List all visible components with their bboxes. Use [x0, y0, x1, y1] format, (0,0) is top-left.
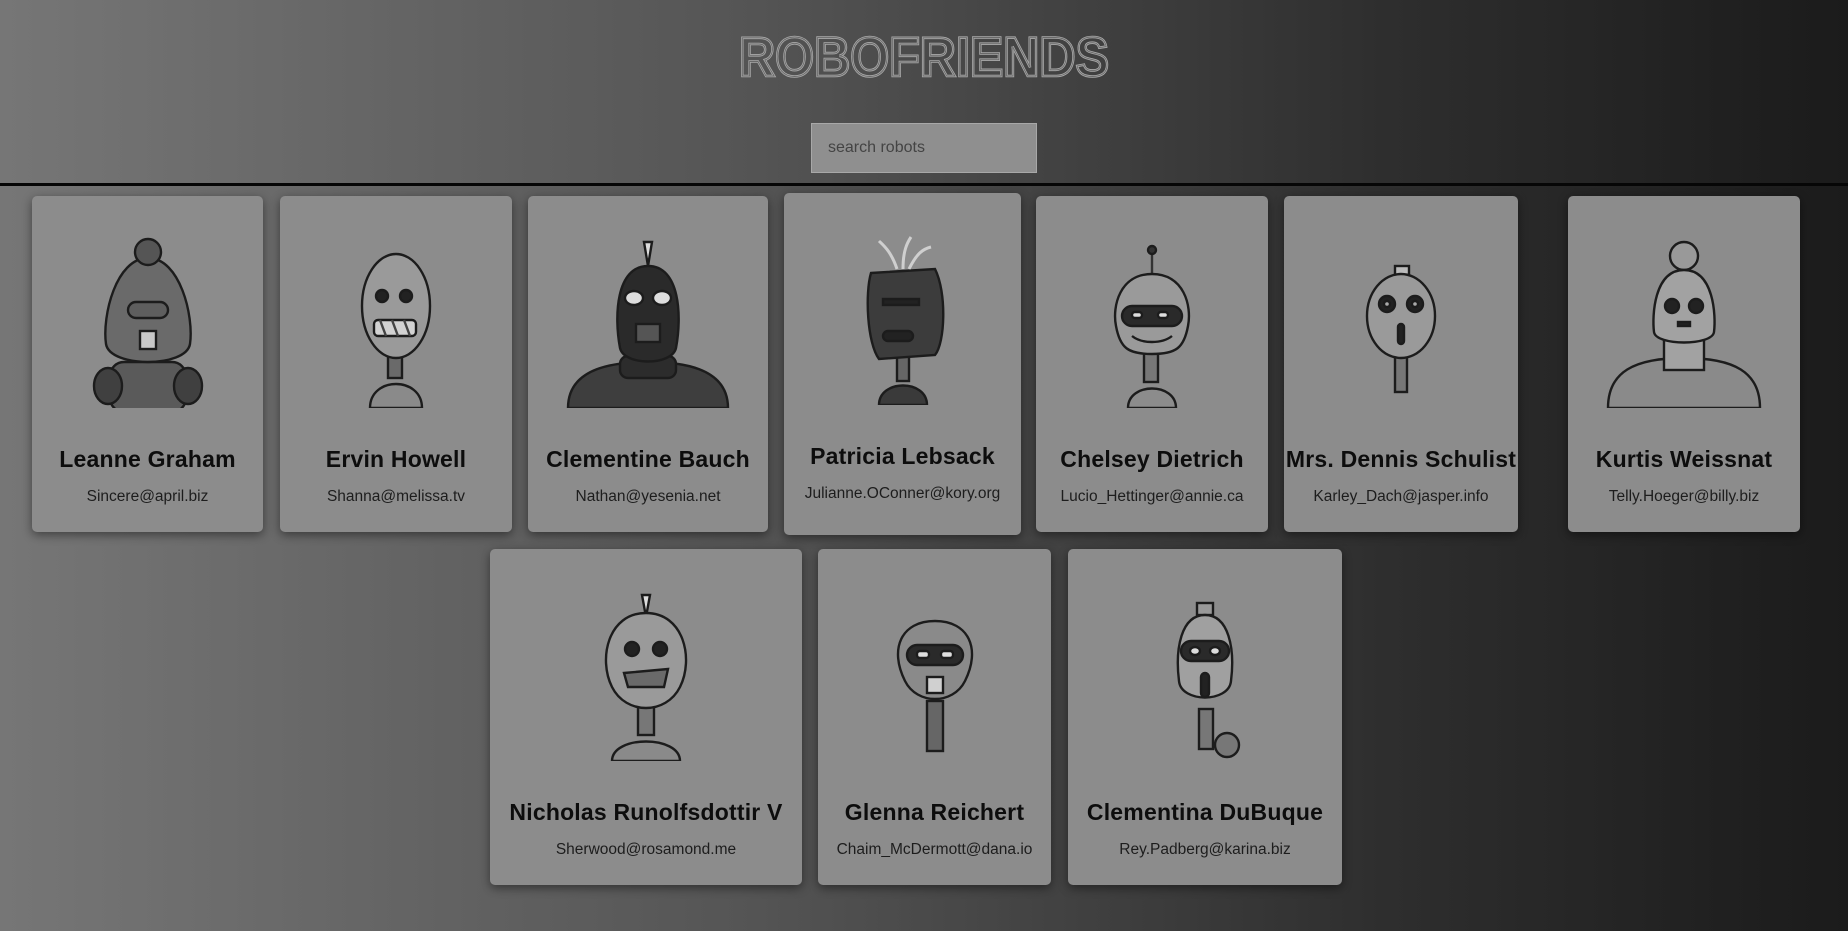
- robot-card[interactable]: Patricia Lebsack Julianne.OConner@kory.o…: [784, 193, 1021, 535]
- robot-name: Mrs. Dennis Schulist: [1285, 446, 1517, 472]
- robot-avatar-image: [1176, 601, 1241, 759]
- robot-name: Leanne Graham: [59, 446, 236, 472]
- robot-email: Telly.Hoeger@billy.biz: [1608, 488, 1760, 505]
- robot-email: Chaim_McDermott@dana.io: [836, 841, 1033, 858]
- robot-avatar-image: [604, 593, 688, 761]
- page-header: ROBOFRIENDS ROBOFRIENDS: [0, 0, 1848, 182]
- robot-email: Julianne.OConner@kory.org: [804, 485, 1001, 502]
- robot-name: Glenna Reichert: [844, 799, 1025, 825]
- robot-card[interactable]: Clementina DuBuque Rey.Padberg@karina.bi…: [1068, 549, 1342, 885]
- robot-avatar-image: [360, 252, 432, 408]
- robot-name: Patricia Lebsack: [810, 443, 995, 469]
- robot-card[interactable]: Glenna Reichert Chaim_McDermott@dana.io: [818, 549, 1051, 885]
- robofriends-logo: ROBOFRIENDS ROBOFRIENDS: [738, 26, 1111, 84]
- robot-card[interactable]: Mrs. Dennis Schulist Karley_Dach@jasper.…: [1284, 196, 1518, 532]
- search-input[interactable]: [811, 123, 1037, 173]
- robot-avatar-image: [1365, 264, 1437, 394]
- robot-avatar-image: [566, 240, 730, 408]
- robot-email: Shanna@melissa.tv: [326, 488, 466, 505]
- robot-avatar-image: [1606, 240, 1762, 408]
- robot-name: Chelsey Dietrich: [1060, 446, 1244, 472]
- robot-avatar-image: [1113, 244, 1191, 408]
- robot-card[interactable]: Chelsey Dietrich Lucio_Hettinger@annie.c…: [1036, 196, 1268, 532]
- robot-card[interactable]: Nicholas Runolfsdottir V Sherwood@rosamo…: [490, 549, 802, 885]
- robot-card[interactable]: Ervin Howell Shanna@melissa.tv: [280, 196, 512, 532]
- robot-email: Rey.Padberg@karina.biz: [1119, 841, 1291, 858]
- robot-name: Clementina DuBuque: [1086, 799, 1324, 825]
- robot-email: Sherwood@rosamond.me: [555, 841, 737, 858]
- robot-card[interactable]: Kurtis Weissnat Telly.Hoeger@billy.biz: [1568, 196, 1800, 532]
- header-divider: [0, 183, 1848, 186]
- robot-card[interactable]: Clementine Bauch Nathan@yesenia.net: [528, 196, 768, 532]
- robot-email: Sincere@april.biz: [86, 488, 209, 505]
- robot-name: Ervin Howell: [325, 446, 467, 472]
- robot-avatar-image: [92, 237, 203, 408]
- robot-avatar-image: [866, 236, 944, 405]
- logo-text-inner: ROBOFRIENDS: [739, 26, 1109, 84]
- robot-name: Clementine Bauch: [546, 446, 750, 472]
- robot-name: Nicholas Runolfsdottir V: [509, 799, 783, 825]
- robot-name: Kurtis Weissnat: [1595, 446, 1773, 472]
- robot-email: Nathan@yesenia.net: [575, 488, 721, 505]
- robot-email: Lucio_Hettinger@annie.ca: [1060, 488, 1244, 505]
- robot-card[interactable]: Leanne Graham Sincere@april.biz: [32, 196, 263, 532]
- robot-avatar-image: [896, 619, 973, 753]
- robot-email: Karley_Dach@jasper.info: [1313, 488, 1489, 505]
